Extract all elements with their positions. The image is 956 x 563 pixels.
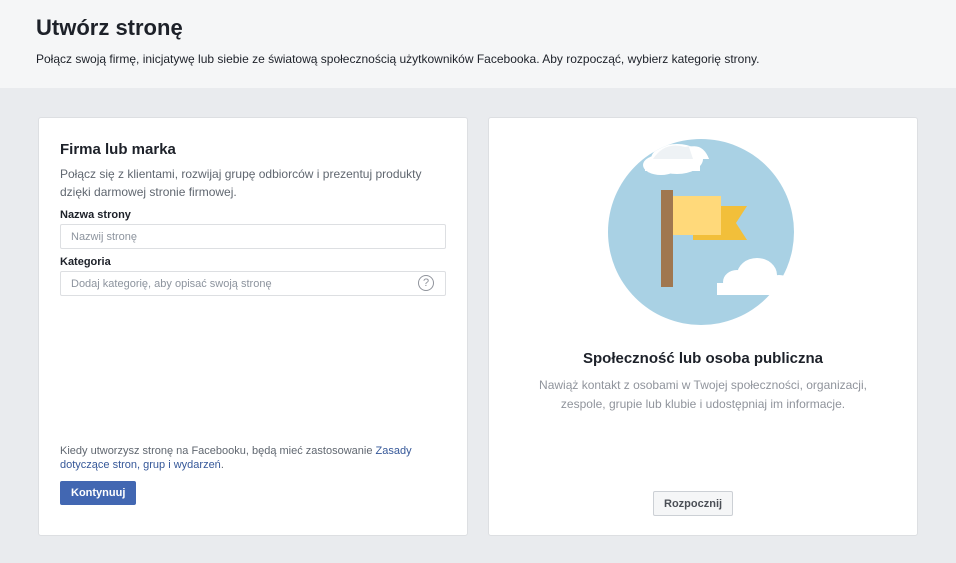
category-label: Kategoria (60, 256, 111, 268)
page-subtitle: Połącz swoją firmę, inicjatywę lub siebi… (36, 52, 760, 66)
community-public-figure-card[interactable]: Społeczność lub osoba publiczna Nawiąż k… (488, 117, 918, 536)
community-card-title: Społeczność lub osoba publiczna (582, 350, 824, 367)
terms-notice: Kiedy utworzysz stronę na Facebooku, będ… (60, 444, 440, 472)
terms-prefix: Kiedy utworzysz stronę na Facebooku, będ… (60, 445, 376, 457)
page-title: Utwórz stronę (36, 15, 183, 40)
business-card-description: Połącz się z klientami, rozwijaj grupę o… (60, 167, 422, 199)
page-name-label: Nazwa strony (60, 209, 131, 221)
page-name-input[interactable] (60, 224, 446, 249)
terms-suffix: . (220, 459, 224, 471)
business-card-title: Firma lub marka (60, 141, 176, 158)
business-brand-card: Firma lub marka Połącz się z klientami, … (38, 117, 468, 536)
flag-pole-icon (661, 190, 673, 287)
page-header: Utwórz stronę Połącz swoją firmę, inicja… (0, 0, 956, 88)
community-card-description: Nawiąż kontakt z osobami w Twojej społec… (539, 378, 867, 411)
flag-illustration (608, 139, 794, 325)
category-input[interactable] (60, 271, 446, 296)
start-button[interactable]: Rozpocznij (653, 491, 734, 516)
continue-button[interactable]: Kontynuuj (60, 481, 137, 505)
flag-front-icon (673, 196, 721, 235)
help-icon[interactable]: ? (418, 275, 434, 291)
